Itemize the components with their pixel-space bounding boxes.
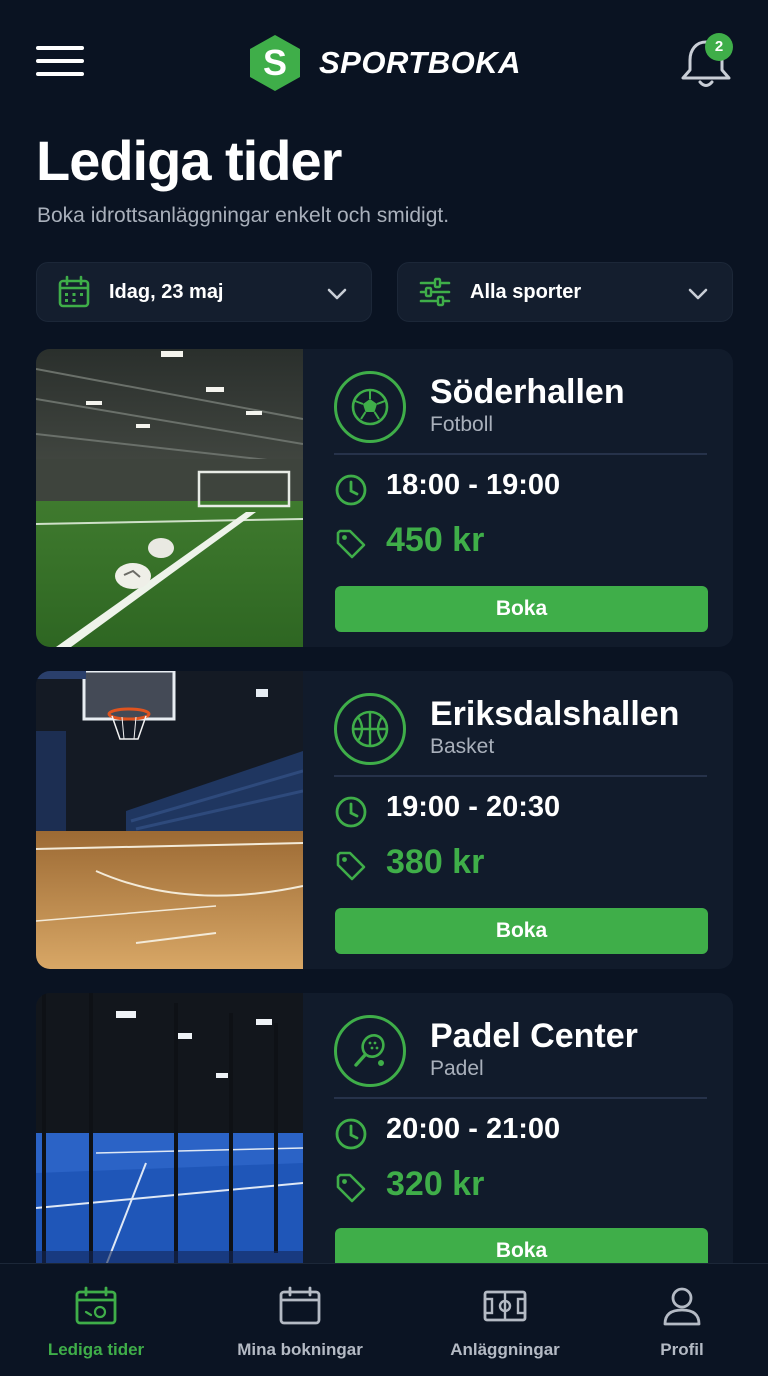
time-slot: 19:00 - 20:30: [386, 791, 561, 823]
page-title: Lediga tider: [36, 129, 342, 192]
basketball-icon: [334, 693, 406, 765]
venue-sport: Basket: [430, 735, 495, 758]
venue-name: Eriksdalshallen: [430, 695, 680, 733]
chevron-down-icon: [327, 288, 347, 300]
venue-photo: [36, 993, 303, 1291]
divider: [334, 775, 707, 777]
bottom-navigation: Lediga tider Mina bokningar Anläggningar…: [0, 1263, 768, 1376]
brand[interactable]: S SPORTBOKA: [245, 33, 521, 93]
divider: [334, 453, 707, 455]
user-icon: [663, 1287, 701, 1326]
price-tag-icon: [336, 529, 366, 559]
listing-card[interactable]: Padel Center Padel 20:00 - 21:00 320 kr …: [36, 993, 733, 1291]
nav-item-mina-bokningar[interactable]: Mina bokningar: [225, 1286, 375, 1366]
menu-line: [36, 46, 84, 50]
app-header: S SPORTBOKA 2: [0, 0, 768, 120]
time-slot: 20:00 - 21:00: [386, 1113, 561, 1145]
football-icon: [334, 371, 406, 443]
nav-item-profil[interactable]: Profil: [642, 1286, 722, 1366]
logo-letter: S: [263, 42, 287, 83]
nav-label: Lediga tider: [47, 1340, 145, 1359]
price: 320 kr: [386, 1165, 485, 1203]
nav-item-lediga-tider[interactable]: Lediga tider: [36, 1286, 156, 1366]
time-slot: 18:00 - 19:00: [386, 469, 561, 501]
notification-badge: 2: [705, 33, 733, 61]
calendar-blank-icon: [279, 1286, 321, 1325]
chevron-down-icon: [688, 288, 708, 300]
venue-photo: [36, 671, 303, 969]
clock-icon: [335, 796, 367, 828]
page-subtitle: Boka idrottsanläggningar enkelt och smid…: [37, 204, 450, 227]
venue-photo: [36, 349, 303, 647]
sportboka-logo-icon: S: [250, 35, 300, 91]
venue-name: Söderhallen: [430, 373, 625, 411]
divider: [334, 1097, 707, 1099]
venue-sport: Padel: [430, 1057, 484, 1080]
calendar-icon: [58, 275, 90, 308]
price: 450 kr: [386, 521, 485, 559]
price-tag-icon: [336, 1173, 366, 1203]
menu-button[interactable]: [36, 44, 84, 80]
sport-filter-dropdown[interactable]: Alla sporter: [397, 262, 733, 322]
court-icon: [483, 1290, 527, 1322]
nav-label: Profil: [660, 1340, 704, 1359]
sport-filter-label: Alla sporter: [470, 280, 582, 303]
calendar-icon: [75, 1286, 117, 1325]
price-tag-icon: [336, 851, 366, 881]
sliders-icon: [419, 277, 451, 307]
clock-icon: [335, 474, 367, 506]
nav-label: Anläggningar: [450, 1340, 560, 1359]
listing-card[interactable]: Eriksdalshallen Basket 19:00 - 20:30 380…: [36, 671, 733, 969]
brand-name: SPORTBOKA: [319, 45, 522, 80]
padel-racket-icon: [334, 1015, 406, 1087]
venue-sport: Fotboll: [430, 413, 494, 436]
clock-icon: [335, 1118, 367, 1150]
menu-line: [36, 72, 84, 76]
date-filter-label: Idag, 23 maj: [109, 280, 224, 303]
venue-name: Padel Center: [430, 1017, 638, 1055]
date-filter-dropdown[interactable]: Idag, 23 maj: [36, 262, 372, 322]
nav-label: Mina bokningar: [237, 1340, 363, 1359]
book-button[interactable]: Boka: [335, 586, 708, 632]
price: 380 kr: [386, 843, 485, 881]
nav-item-anlaggningar[interactable]: Anläggningar: [440, 1286, 570, 1366]
menu-line: [36, 59, 84, 63]
book-button[interactable]: Boka: [335, 908, 708, 954]
listing-card[interactable]: Söderhallen Fotboll 18:00 - 19:00 450 kr…: [36, 349, 733, 647]
